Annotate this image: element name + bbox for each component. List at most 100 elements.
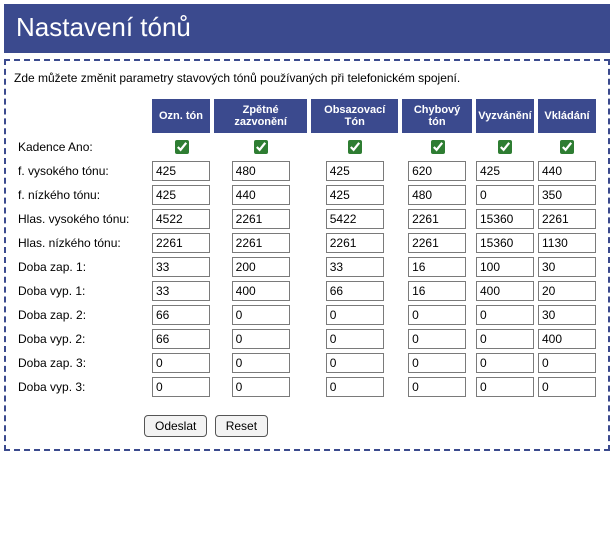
input-f_low-vkl[interactable] xyxy=(538,185,596,205)
cell-on2-vyzv xyxy=(476,305,534,325)
cell-on2-obs xyxy=(311,305,398,325)
input-vol_high-vkl[interactable] xyxy=(538,209,596,229)
input-vol_high-zpet[interactable] xyxy=(232,209,290,229)
input-off1-ozn[interactable] xyxy=(152,281,210,301)
cell-off3-chyb xyxy=(402,377,472,397)
input-f_high-zpet[interactable] xyxy=(232,161,290,181)
input-f_high-vkl[interactable] xyxy=(538,161,596,181)
row-kadence: Kadence Ano: xyxy=(18,137,596,157)
input-vol_high-ozn[interactable] xyxy=(152,209,210,229)
input-vol_low-obs[interactable] xyxy=(326,233,384,253)
input-vol_low-zpet[interactable] xyxy=(232,233,290,253)
input-off3-obs[interactable] xyxy=(326,377,384,397)
input-on2-vyzv[interactable] xyxy=(476,305,534,325)
cell-vol_high-zpet xyxy=(214,209,307,229)
row-vol_high: Hlas. vysokého tónu: xyxy=(18,209,596,229)
input-off2-obs[interactable] xyxy=(326,329,384,349)
input-on2-vkl[interactable] xyxy=(538,305,596,325)
column-header-vkl: Vkládání xyxy=(538,99,596,133)
input-off1-chyb[interactable] xyxy=(408,281,466,301)
submit-button[interactable]: Odeslat xyxy=(144,415,207,437)
cell-on1-zpet xyxy=(214,257,307,277)
input-off3-ozn[interactable] xyxy=(152,377,210,397)
input-off2-vyzv[interactable] xyxy=(476,329,534,349)
cell-kadence-chyb xyxy=(402,137,472,157)
row-label-off1: Doba vyp. 1: xyxy=(18,281,148,301)
input-on2-chyb[interactable] xyxy=(408,305,466,325)
cell-off2-vyzv xyxy=(476,329,534,349)
input-f_low-obs[interactable] xyxy=(326,185,384,205)
header-spacer xyxy=(18,99,148,133)
input-vol_low-vyzv[interactable] xyxy=(476,233,534,253)
input-off3-zpet[interactable] xyxy=(232,377,290,397)
cell-kadence-vkl xyxy=(538,137,596,157)
cell-f_high-chyb xyxy=(402,161,472,181)
input-f_high-vyzv[interactable] xyxy=(476,161,534,181)
input-vol_high-chyb[interactable] xyxy=(408,209,466,229)
input-on3-ozn[interactable] xyxy=(152,353,210,373)
input-on3-vyzv[interactable] xyxy=(476,353,534,373)
row-label-f_high: f. vysokého tónu: xyxy=(18,161,148,181)
input-f_high-obs[interactable] xyxy=(326,161,384,181)
input-off3-chyb[interactable] xyxy=(408,377,466,397)
row-off3: Doba vyp. 3: xyxy=(18,377,596,397)
checkbox-kadence-vkl[interactable] xyxy=(560,140,574,154)
input-vol_high-vyzv[interactable] xyxy=(476,209,534,229)
input-on1-zpet[interactable] xyxy=(232,257,290,277)
row-vol_low: Hlas. nízkého tónu: xyxy=(18,233,596,253)
input-vol_low-vkl[interactable] xyxy=(538,233,596,253)
cell-on2-zpet xyxy=(214,305,307,325)
row-label-kadence: Kadence Ano: xyxy=(18,137,148,157)
input-on1-obs[interactable] xyxy=(326,257,384,277)
column-header-obs: Obsazovací Tón xyxy=(311,99,398,133)
cell-off1-obs xyxy=(311,281,398,301)
input-off3-vkl[interactable] xyxy=(538,377,596,397)
input-on3-zpet[interactable] xyxy=(232,353,290,373)
input-vol_low-ozn[interactable] xyxy=(152,233,210,253)
cell-f_low-ozn xyxy=(152,185,210,205)
input-on1-vyzv[interactable] xyxy=(476,257,534,277)
input-f_low-chyb[interactable] xyxy=(408,185,466,205)
cell-off3-obs xyxy=(311,377,398,397)
input-on1-chyb[interactable] xyxy=(408,257,466,277)
reset-button[interactable]: Reset xyxy=(215,415,268,437)
input-on3-chyb[interactable] xyxy=(408,353,466,373)
input-on2-zpet[interactable] xyxy=(232,305,290,325)
cell-vol_low-zpet xyxy=(214,233,307,253)
input-on3-obs[interactable] xyxy=(326,353,384,373)
input-f_low-vyzv[interactable] xyxy=(476,185,534,205)
input-off1-obs[interactable] xyxy=(326,281,384,301)
checkbox-kadence-ozn[interactable] xyxy=(175,140,189,154)
input-f_low-ozn[interactable] xyxy=(152,185,210,205)
input-off2-chyb[interactable] xyxy=(408,329,466,349)
input-on2-obs[interactable] xyxy=(326,305,384,325)
input-f_high-ozn[interactable] xyxy=(152,161,210,181)
input-off1-vkl[interactable] xyxy=(538,281,596,301)
input-vol_low-chyb[interactable] xyxy=(408,233,466,253)
input-off3-vyzv[interactable] xyxy=(476,377,534,397)
input-on1-ozn[interactable] xyxy=(152,257,210,277)
input-off1-zpet[interactable] xyxy=(232,281,290,301)
cell-off3-ozn xyxy=(152,377,210,397)
cell-kadence-vyzv xyxy=(476,137,534,157)
cell-off2-chyb xyxy=(402,329,472,349)
input-on1-vkl[interactable] xyxy=(538,257,596,277)
input-on3-vkl[interactable] xyxy=(538,353,596,373)
cell-off1-zpet xyxy=(214,281,307,301)
input-f_low-zpet[interactable] xyxy=(232,185,290,205)
input-off2-vkl[interactable] xyxy=(538,329,596,349)
input-vol_high-obs[interactable] xyxy=(326,209,384,229)
input-off2-ozn[interactable] xyxy=(152,329,210,349)
row-f_low: f. nízkého tónu: xyxy=(18,185,596,205)
checkbox-kadence-vyzv[interactable] xyxy=(498,140,512,154)
checkbox-kadence-obs[interactable] xyxy=(348,140,362,154)
input-on2-ozn[interactable] xyxy=(152,305,210,325)
input-off2-zpet[interactable] xyxy=(232,329,290,349)
checkbox-kadence-chyb[interactable] xyxy=(431,140,445,154)
row-f_high: f. vysokého tónu: xyxy=(18,161,596,181)
cell-off1-chyb xyxy=(402,281,472,301)
input-off1-vyzv[interactable] xyxy=(476,281,534,301)
checkbox-kadence-zpet[interactable] xyxy=(254,140,268,154)
cell-kadence-zpet xyxy=(214,137,307,157)
input-f_high-chyb[interactable] xyxy=(408,161,466,181)
